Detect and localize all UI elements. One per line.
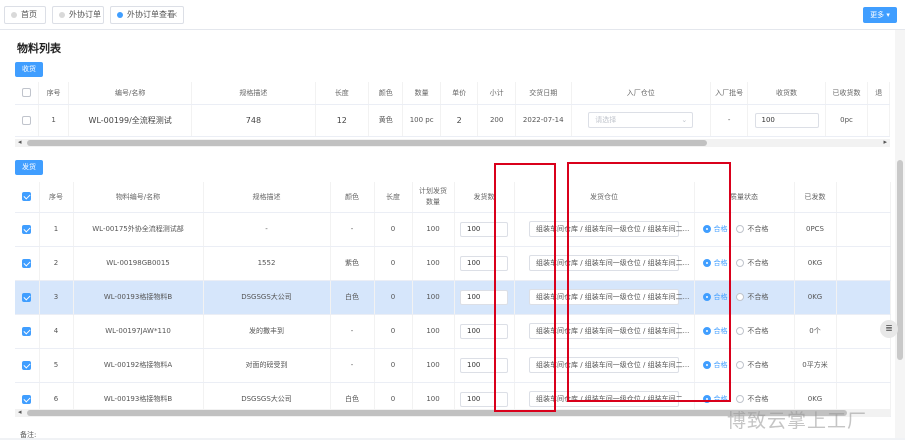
- table-row: 2 WL-00198GB0015 1552 紫色 0 100 100 组装车间仓库 / 组装车…: [15, 246, 891, 281]
- column-header: 退: [867, 82, 890, 105]
- column-header: 规格描述: [203, 182, 331, 213]
- chevron-down-icon: ⌄: [681, 116, 688, 124]
- row-checkbox[interactable]: [22, 394, 32, 404]
- scroll-right-icon[interactable]: ▸: [883, 138, 887, 146]
- column-header: 已发数: [794, 182, 837, 213]
- document-list-icon[interactable]: ≣: [880, 320, 898, 338]
- tab-home[interactable]: 首页: [4, 6, 46, 24]
- horizontal-scrollbar[interactable]: ◂ ▸: [15, 138, 890, 147]
- remark-label: 备注:: [20, 431, 37, 439]
- tab-dot-icon: [117, 12, 123, 18]
- table-row: 3 WL-00193格接物料B DSGSGS大公司 白色 0 100 100 组装车间仓库 /…: [15, 280, 891, 315]
- table-header-row: 序号 编号/名称 规格描述 长度 颜色 数量 单价 小计 交货日期 入厂仓位 入…: [15, 82, 890, 105]
- column-header: 已收货数: [825, 82, 869, 105]
- row-checkbox[interactable]: [22, 224, 32, 234]
- quality-bad-radio[interactable]: [736, 293, 745, 301]
- column-header: 序号: [38, 82, 70, 105]
- row-checkbox[interactable]: [22, 292, 32, 302]
- column-header: 长度: [315, 82, 370, 105]
- column-header: 入厂仓位: [571, 82, 711, 105]
- quality-bad-radio[interactable]: [736, 259, 745, 267]
- row-checkbox[interactable]: [22, 258, 32, 268]
- column-header: 规格描述: [191, 82, 316, 105]
- main-content: 物料列表 收货 序号 编号/名称 规格描述 长度 颜色 数量 单价 小计 交货日…: [0, 30, 895, 439]
- table-row: 1 WL-00175外协全流程测试部 - -0 100 100 组装车间仓库 / 组装车间一…: [15, 212, 891, 247]
- scroll-thumb[interactable]: [27, 140, 707, 146]
- select-all-checkbox[interactable]: [22, 192, 32, 202]
- column-header: 编号/名称: [68, 82, 193, 105]
- column-header: 序号: [39, 182, 74, 213]
- receive-button[interactable]: 收货: [15, 62, 43, 77]
- column-header: 数量: [402, 82, 441, 105]
- ship-table: 序号 物料编号/名称 规格描述 颜色 长度 计划发货数量 发货数 发货仓位 质量…: [15, 182, 891, 417]
- quality-bad-radio[interactable]: [736, 327, 745, 335]
- quality-bad-radio[interactable]: [736, 395, 745, 403]
- select-all-checkbox[interactable]: [22, 88, 32, 98]
- table-row: 5 WL-00192格接物料A 对面的磅受到 -0 100 100 组装车间仓库 / 组装车…: [15, 348, 891, 383]
- scroll-thumb[interactable]: [27, 410, 847, 416]
- table-row: 1 WL-00199/全流程测试 748 12 黄色 100 pc 2 200 …: [15, 104, 890, 137]
- close-icon[interactable]: ×: [171, 7, 178, 23]
- warehouse-select[interactable]: 请选择 ⌄: [588, 112, 694, 128]
- column-header: 颜色: [330, 182, 375, 213]
- table-row: 4 WL-00197JAW*110 发的撒丰到 -0 100 100 组装车间仓库 / 组装…: [15, 314, 891, 349]
- annotation-box-ship-location: [567, 162, 731, 402]
- column-header: 物料编号/名称: [73, 182, 204, 213]
- column-header: 单价: [440, 82, 479, 105]
- tab-outsource-order-view[interactable]: 外协订单查看 ×: [110, 6, 184, 24]
- annotation-box-ship-qty: [494, 163, 556, 412]
- row-checkbox[interactable]: [22, 326, 32, 336]
- column-header: 收货数: [747, 82, 826, 105]
- row-checkbox[interactable]: [22, 360, 32, 370]
- column-header: 小计: [477, 82, 516, 105]
- vertical-scrollbar[interactable]: [895, 30, 905, 438]
- table-header-row: 序号 物料编号/名称 规格描述 颜色 长度 计划发货数量 发货数 发货仓位 质量…: [15, 182, 891, 213]
- receive-qty-input[interactable]: 100: [754, 112, 819, 128]
- column-header: 计划发货数量: [412, 182, 455, 213]
- ship-table-body: 1 WL-00175外协全流程测试部 - -0 100 100 组装车间仓库 / 组装车间一…: [15, 212, 891, 417]
- scroll-left-icon[interactable]: ◂: [18, 138, 22, 146]
- quality-bad-radio[interactable]: [736, 361, 745, 369]
- column-header: 长度: [374, 182, 413, 213]
- tab-outsource-order[interactable]: 外协订单: [52, 6, 104, 24]
- column-header: 交货日期: [515, 82, 572, 105]
- column-header: 颜色: [368, 82, 404, 105]
- receive-table: 序号 编号/名称 规格描述 长度 颜色 数量 单价 小计 交货日期 入厂仓位 入…: [15, 82, 890, 137]
- page-title: 物料列表: [17, 42, 61, 55]
- tab-dot-icon: [59, 12, 65, 18]
- column-header: 入厂批号: [710, 82, 749, 105]
- tab-bar: 首页 外协订单 外协订单查看 × 更多 ▾: [0, 0, 905, 30]
- watermark: 博致云掌上工厂: [727, 410, 868, 432]
- row-checkbox[interactable]: [22, 115, 32, 125]
- scroll-left-icon[interactable]: ◂: [18, 408, 22, 416]
- more-button[interactable]: 更多 ▾: [863, 7, 897, 23]
- tab-dot-icon: [11, 12, 17, 18]
- quality-bad-radio[interactable]: [736, 225, 745, 233]
- ship-button[interactable]: 发货: [15, 160, 43, 175]
